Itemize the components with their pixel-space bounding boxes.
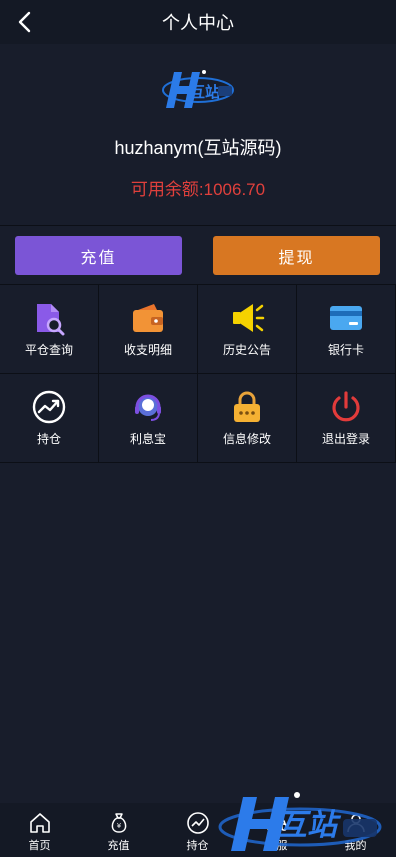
document-search-icon: [37, 304, 65, 336]
menu-item-positions[interactable]: 持仓: [0, 374, 99, 463]
menu-item-label: 收支明细: [123, 343, 172, 357]
home-icon: [29, 813, 50, 833]
trend-chart-icon: [186, 812, 209, 834]
recharge-button[interactable]: 充值: [15, 236, 182, 275]
tab-recharge[interactable]: ¥ 充值: [79, 803, 158, 857]
menu-grid: 平仓查询 收支明细 历史公告 银行卡 持仓 利息宝 信息修改 退出登录: [0, 284, 396, 463]
menu-item-edit-info[interactable]: 信息修改: [198, 374, 297, 463]
top-bar: 个人中心: [0, 0, 396, 44]
power-icon: [332, 391, 360, 422]
tab-label: 充值: [107, 840, 130, 852]
page-title: 个人中心: [162, 13, 234, 33]
balance: 可用余额:1006.70: [0, 175, 396, 200]
balance-label: 可用余额:: [130, 180, 204, 199]
wallet-icon: [133, 304, 163, 332]
tab-label: 首页: [28, 840, 51, 852]
site-logo: 互站: [162, 70, 234, 108]
withdraw-button[interactable]: 提现: [213, 236, 380, 275]
menu-item-transaction-details[interactable]: 收支明细: [99, 285, 198, 374]
money-bag-icon: ¥: [111, 813, 126, 833]
menu-item-label: 平仓查询: [24, 343, 73, 357]
profile-section: 互站 huzhanym(互站源码) 可用余额:1006.70: [0, 44, 396, 226]
lock-icon: [234, 391, 260, 422]
menu-item-label: 信息修改: [222, 432, 271, 446]
menu-item-history-notices[interactable]: 历史公告: [198, 285, 297, 374]
logo-text: 互站: [190, 83, 220, 101]
headset-icon: [135, 394, 161, 421]
svg-text:¥: ¥: [116, 822, 121, 830]
menu-item-label: 历史公告: [222, 343, 271, 357]
menu-item-label: 持仓: [36, 432, 61, 446]
menu-item-interest-treasure[interactable]: 利息宝: [99, 374, 198, 463]
balance-value: 1006.70: [203, 180, 266, 199]
watermark-logo: 互站: [218, 792, 382, 851]
watermark-text: 互站: [277, 808, 342, 843]
chevron-left-icon: [18, 11, 31, 33]
menu-item-label: 利息宝: [129, 432, 166, 446]
menu-item-label: 银行卡: [327, 343, 364, 357]
tab-label: 持仓: [186, 840, 209, 852]
menu-item-logout[interactable]: 退出登录: [297, 374, 396, 463]
menu-item-bank-card[interactable]: 银行卡: [297, 285, 396, 374]
bank-card-icon: [330, 306, 362, 330]
back-button[interactable]: [10, 8, 38, 36]
action-bar: 充值 提现: [0, 226, 396, 284]
menu-item-close-position-query[interactable]: 平仓查询: [0, 285, 99, 374]
megaphone-icon: [233, 304, 265, 332]
trend-chart-icon: [32, 390, 66, 424]
tab-home[interactable]: 首页: [0, 803, 79, 857]
menu-item-label: 退出登录: [321, 432, 370, 446]
username: huzhanym(互站源码): [114, 138, 282, 158]
